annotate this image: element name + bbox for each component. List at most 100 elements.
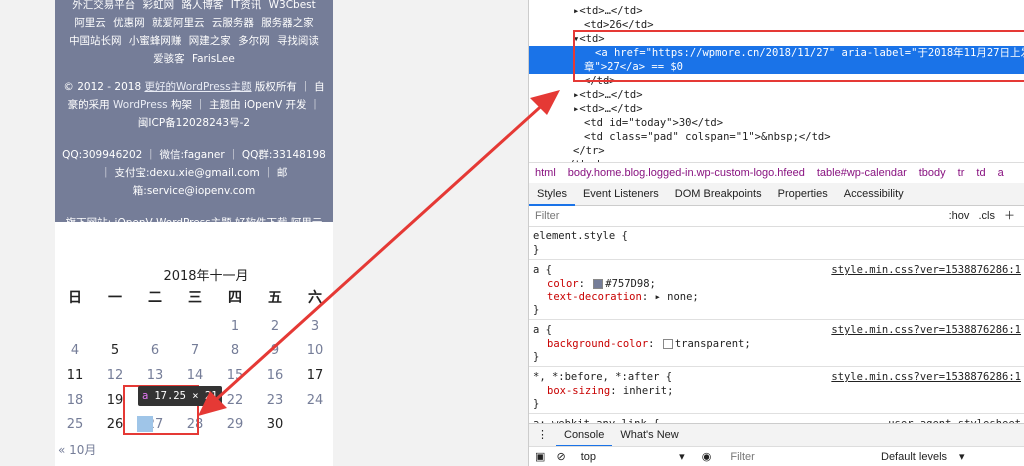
calendar-caption: 2018年十一月	[163, 269, 249, 284]
weekday-header: 五	[268, 290, 282, 306]
dom-node-line[interactable]: <td id="today">30</td>	[529, 116, 1024, 130]
cls-toggle[interactable]: .cls	[978, 210, 995, 222]
calendar-prev-month-link[interactable]: « 10月	[58, 441, 96, 458]
css-declaration[interactable]: }	[533, 398, 539, 411]
css-rule-selector[interactable]: *, *:before, *:after {style.min.css?ver=…	[533, 371, 1021, 384]
calendar-day[interactable]: 23	[255, 393, 295, 408]
footer-link[interactable]: 就爱阿里云	[152, 17, 205, 29]
breadcrumb-item[interactable]: body.home.blog.logged-in.wp-custom-logo.…	[568, 167, 805, 179]
calendar-day[interactable]: 25	[55, 417, 95, 432]
calendar-day[interactable]: 3	[295, 319, 335, 334]
calendar-day: 30	[266, 417, 284, 432]
calendar-day[interactable]: 2	[255, 319, 295, 334]
levels-select[interactable]: Default levels	[881, 447, 947, 466]
weekday-header: 三	[188, 290, 202, 306]
breadcrumb-item[interactable]: td	[976, 167, 985, 179]
hov-toggle[interactable]: :hov	[949, 210, 970, 222]
css-declaration[interactable]: }	[533, 351, 539, 364]
styles-filter-input[interactable]: Filter	[535, 210, 559, 222]
drawer-menu-icon[interactable]: ⋮	[529, 424, 556, 446]
color-swatch-icon[interactable]	[662, 339, 673, 349]
levels-chevron-icon[interactable]: ▾	[959, 447, 965, 466]
calendar-day: 5	[110, 343, 120, 358]
breadcrumb-item[interactable]: tbody	[919, 167, 946, 179]
footer-link[interactable]: 路人博客	[181, 0, 223, 11]
add-rule-icon[interactable]: ＋	[1004, 210, 1015, 222]
footer-link[interactable]: IT资讯	[231, 0, 262, 11]
footer-link[interactable]: 网建之家	[189, 35, 231, 47]
calendar-day[interactable]: 24	[295, 393, 335, 408]
console-filter-input[interactable]: Filter	[730, 451, 754, 463]
theme-link[interactable]: 更好的WordPress主题	[144, 81, 251, 93]
calendar-day[interactable]: 7	[175, 343, 215, 358]
css-source-link[interactable]: style.min.css?ver=1538876286:1	[831, 371, 1021, 384]
dom-node-line[interactable]: ▸<td>…</td>	[529, 102, 1024, 116]
styles-tab[interactable]: Properties	[770, 183, 836, 205]
sidebar-toggle-icon[interactable]: ▣	[535, 451, 545, 463]
css-rule-selector[interactable]: element.style {	[533, 230, 1021, 243]
rule-separator	[529, 319, 1024, 320]
css-declaration[interactable]: text-decoration: ▸ none;	[547, 291, 699, 304]
calendar-day[interactable]: 4	[55, 343, 95, 358]
calendar-day[interactable]: 14	[175, 368, 215, 383]
dom-node-line[interactable]: ▸<td>…</td>	[529, 88, 1024, 102]
calendar-day[interactable]: 15	[215, 368, 255, 383]
footer-link[interactable]: 小蜜蜂网赚	[129, 35, 182, 47]
dom-node-line[interactable]: </tr>	[529, 144, 1024, 158]
color-swatch-icon[interactable]	[593, 279, 604, 289]
footer-link[interactable]: 寻找阅读	[277, 35, 319, 47]
breadcrumb-item[interactable]: table#wp-calendar	[817, 167, 907, 179]
calendar-day[interactable]: 8	[215, 343, 255, 358]
footer-link[interactable]: 阿里云	[74, 17, 106, 29]
styles-tab[interactable]: Accessibility	[836, 183, 912, 205]
css-source-link[interactable]: style.min.css?ver=1538876286:1	[831, 264, 1021, 277]
calendar-day[interactable]: 10	[295, 343, 335, 358]
calendar-day[interactable]: 16	[255, 368, 295, 383]
dom-node-line[interactable]: <td class="pad" colspan="1">&nbsp;</td>	[529, 130, 1024, 144]
css-declaration[interactable]: box-sizing: inherit;	[547, 385, 673, 398]
footer-link[interactable]: 彩虹网	[143, 0, 175, 11]
css-declaration[interactable]: }	[533, 244, 539, 257]
breadcrumb-item[interactable]: a	[998, 167, 1004, 179]
calendar-day[interactable]: 18	[55, 393, 95, 408]
calendar-day[interactable]: 29	[215, 417, 255, 432]
breadcrumb-item[interactable]: tr	[958, 167, 965, 179]
wordpress-link[interactable]: WordPress	[113, 99, 168, 111]
footer-link[interactable]: 优惠网	[113, 17, 145, 29]
css-declaration[interactable]: color: #757D98;	[547, 278, 656, 291]
console-tab[interactable]: What's New	[612, 424, 686, 446]
styles-tabs: Styles Event Listeners DOM Breakpoints Prop…	[529, 183, 1024, 206]
context-select[interactable]: top	[581, 451, 596, 463]
calendar-day[interactable]: 12	[95, 368, 135, 383]
footer-sites[interactable]: 旗下网站: iOpenV WordPress主题 好软件下载 阿里云代金券	[55, 214, 333, 250]
console-tab[interactable]: Console	[556, 425, 613, 447]
dom-node-line[interactable]: ▸<td>…</td>	[529, 4, 1024, 18]
footer-link[interactable]: 爱骇客	[153, 53, 185, 65]
css-rule-selector[interactable]: a {style.min.css?ver=1538876286:1	[533, 324, 1021, 337]
footer-link[interactable]: 中国站长网	[69, 35, 122, 47]
styles-tab[interactable]: Event Listeners	[575, 183, 667, 205]
css-rule-selector[interactable]: a {style.min.css?ver=1538876286:1	[533, 264, 1021, 277]
css-declaration[interactable]: }	[533, 304, 539, 317]
footer-link[interactable]: FarisLee	[192, 53, 235, 65]
styles-tab[interactable]: Styles	[529, 184, 575, 206]
calendar-day[interactable]: 13	[135, 368, 175, 383]
footer-copyright: © 2012 - 2018 更好的WordPress主题 版权所有 ｜ 自豪的采…	[63, 81, 325, 129]
calendar-day[interactable]: 1	[215, 319, 255, 334]
footer-link[interactable]: 多尔网	[238, 35, 270, 47]
css-declaration[interactable]: background-color: transparent;	[547, 338, 751, 351]
styles-tab[interactable]: DOM Breakpoints	[667, 183, 770, 205]
calendar-day[interactable]: 6	[135, 343, 175, 358]
footer-link[interactable]: 云服务器	[212, 17, 254, 29]
calendar-day[interactable]: 9	[255, 343, 295, 358]
clear-console-icon[interactable]: ⊘	[556, 451, 565, 463]
footer-link[interactable]: 外汇交易平台	[72, 0, 135, 11]
css-source-link[interactable]: style.min.css?ver=1538876286:1	[831, 324, 1021, 337]
context-chevron-icon[interactable]: ▾	[679, 451, 685, 463]
footer-link[interactable]: W3Cbest	[269, 0, 316, 11]
eye-icon[interactable]: ◉	[702, 451, 712, 463]
rule-separator	[529, 259, 1024, 260]
footer-link[interactable]: 服务器之家	[261, 17, 314, 29]
breadcrumb-item[interactable]: html	[535, 167, 556, 179]
weekday-header: 四	[228, 290, 242, 306]
